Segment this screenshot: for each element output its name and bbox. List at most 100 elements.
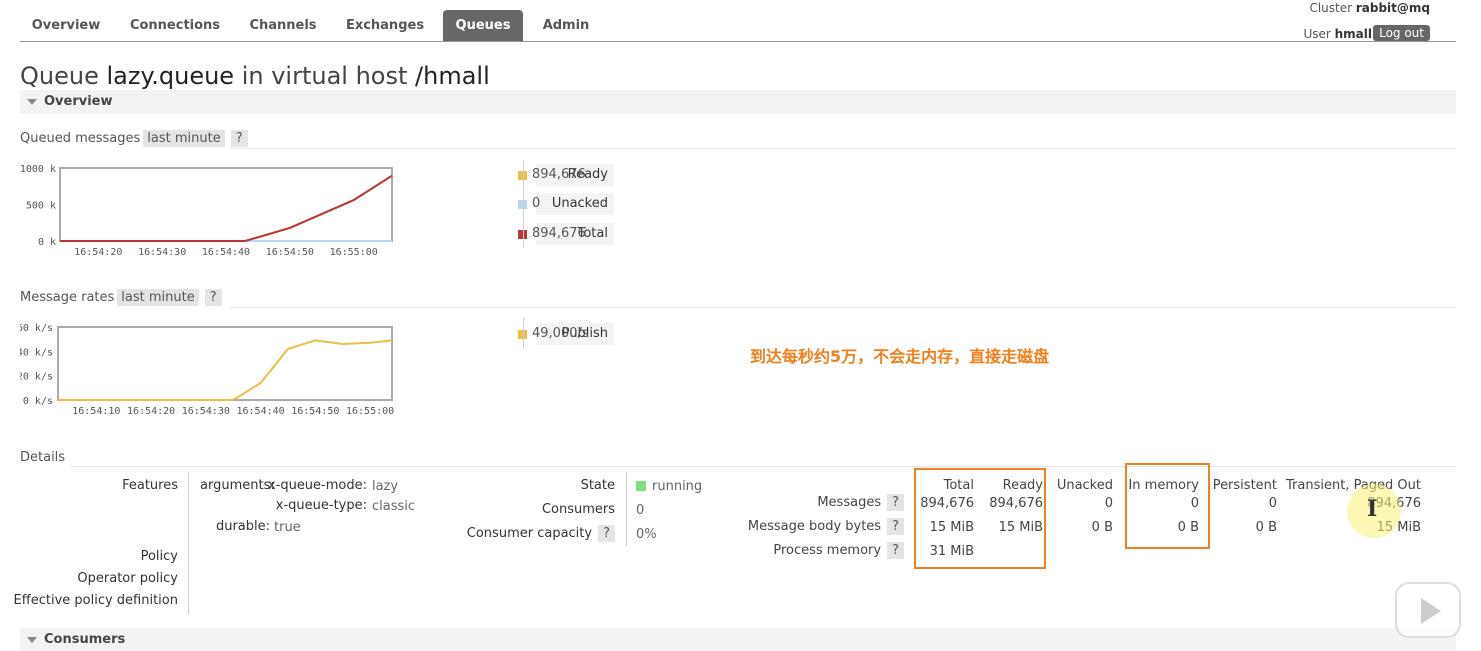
effective-policy-label-text: Effective policy definition: [13, 593, 178, 608]
messages-unacked: 0: [1104, 496, 1113, 511]
overview-section-toggle[interactable]: Overview: [20, 90, 1456, 114]
legend-total-value: 894,676: [532, 226, 586, 241]
cluster-value: rabbit@mq: [1355, 1, 1430, 15]
consumers-label-text: Consumers: [541, 502, 615, 517]
details-label: Details: [20, 450, 66, 465]
cluster-info: Cluster rabbit@mq: [1309, 1, 1430, 15]
tab-queues[interactable]: Queues: [443, 10, 523, 41]
state-value-text: running: [652, 479, 703, 494]
title-mid: in virtual host: [241, 62, 408, 90]
title-prefix: Queue: [20, 62, 99, 90]
details-separator: [188, 472, 189, 614]
arg-queue-mode-value-text: lazy: [372, 479, 399, 494]
y-tick-label: 500 k: [26, 201, 56, 212]
collapse-arrow-icon: [27, 637, 37, 643]
consumer-capacity-label: Consumer capacity?: [466, 525, 615, 542]
video-play-button[interactable]: [1395, 582, 1461, 638]
col-header-unacked: Unacked: [1056, 478, 1113, 493]
rates-help-button[interactable]: ?: [204, 289, 222, 306]
arg-queue-type-value-text: classic: [372, 499, 416, 514]
logout-button[interactable]: Log out: [1373, 25, 1430, 41]
arg-queue-mode-value: lazy: [372, 479, 398, 494]
user-value: hmall: [1334, 27, 1372, 41]
row-label-process-memory: Process memory?: [773, 542, 904, 559]
capacity-help-button[interactable]: ?: [598, 525, 615, 542]
durable-value-text: true: [274, 520, 301, 535]
user-info: User hmall: [1303, 27, 1372, 41]
y-tick-label: 20 k/s: [20, 372, 53, 383]
legend-separator: [523, 160, 524, 248]
message-rates-header: Message rates last minute?: [20, 289, 222, 306]
overview-section-label: Overview: [44, 94, 113, 109]
message-rates-label: Message rates: [20, 290, 115, 305]
tab-connections[interactable]: Connections: [124, 10, 226, 41]
divider: [230, 148, 1456, 149]
consumers-label: Consumers: [542, 502, 615, 517]
arg-queue-type-key: x-queue-type:: [276, 498, 367, 513]
durable-key-text: durable:: [215, 519, 270, 534]
row-label-process-memory-text: Process memory: [773, 543, 882, 558]
row-label-body-bytes: Message body bytes?: [747, 518, 904, 535]
features-label: Features: [122, 478, 178, 493]
x-tick-label: 16:54:40: [202, 247, 250, 258]
body-bytes-help-button[interactable]: ?: [887, 518, 904, 535]
durable-value: true: [274, 520, 301, 535]
x-tick-label: 16:54:30: [138, 247, 186, 258]
x-tick-label: 16:54:50: [291, 406, 339, 417]
durable-key: durable:: [216, 519, 270, 534]
process-memory-help-button[interactable]: ?: [887, 542, 904, 559]
chart-frame: [57, 326, 393, 401]
user-label: User: [1303, 27, 1331, 41]
arg-queue-type-value: classic: [372, 499, 415, 514]
page-title: Queue lazy.queue in virtual host /hmall: [20, 62, 490, 90]
x-tick-label: 16:54:50: [266, 247, 314, 258]
x-tick-label: 16:55:00: [346, 406, 394, 417]
legend-publish-value: 49,000/s: [532, 326, 589, 341]
operator-policy-label: Operator policy: [77, 571, 178, 586]
annotation-text: 到达每秒约5万，不会走内存，直接走磁盘: [750, 347, 1050, 366]
divider: [70, 466, 1456, 467]
consumer-capacity-value: 0%: [636, 527, 657, 542]
x-tick-label: 16:55:00: [330, 247, 378, 258]
tab-overview[interactable]: Overview: [20, 10, 112, 41]
y-tick-label: 40 k/s: [20, 347, 53, 358]
tab-channels[interactable]: Channels: [242, 10, 324, 41]
queued-messages-chart: 1000 k 500 k 0 k 16:54:20 16:54:30 16:54:40 16…: [20, 164, 393, 258]
divider: [230, 307, 1456, 308]
tab-admin[interactable]: Admin: [536, 10, 596, 41]
body-bytes-persistent: 0 B: [1255, 520, 1277, 535]
messages-persistent: 0: [1268, 496, 1277, 511]
rates-period-selector[interactable]: last minute: [117, 289, 199, 306]
state-label: State: [581, 478, 615, 493]
consumers-value: 0: [636, 503, 644, 518]
y-tick-label: 60 k/s: [20, 323, 53, 334]
consumer-capacity-value-text: 0%: [636, 527, 657, 542]
highlight-box-total-ready: [914, 468, 1046, 569]
messages-help-button[interactable]: ?: [887, 494, 904, 511]
consumer-capacity-label-text: Consumer capacity: [466, 526, 593, 541]
vhost-name: /hmall: [415, 62, 490, 90]
x-tick-label: 16:54:40: [237, 406, 285, 417]
state-label-text: State: [580, 478, 615, 493]
legend-unacked: Unacked 0: [434, 193, 614, 215]
queued-period-selector[interactable]: last minute: [143, 130, 225, 147]
row-label-body-bytes-text: Message body bytes: [747, 519, 882, 534]
state-value: running: [636, 479, 702, 494]
message-rates-chart: 60 k/s 40 k/s 20 k/s 0 k/s 16:54:10 16:54:20 1…: [20, 323, 394, 417]
queued-help-button[interactable]: ?: [230, 130, 248, 147]
queue-name: lazy.queue: [106, 62, 235, 90]
row-label-messages-text: Messages: [817, 495, 882, 510]
consumers-section-toggle[interactable]: Consumers: [20, 628, 1456, 651]
row-label-messages: Messages?: [817, 494, 904, 511]
col-header-persistent: Persistent: [1212, 478, 1277, 493]
running-status-icon: [636, 481, 646, 491]
highlight-box-in-memory: [1125, 463, 1210, 549]
cluster-label: Cluster: [1309, 1, 1353, 15]
legend-ready-value: 894,676: [532, 167, 586, 182]
arg-queue-mode-key: x-queue-mode:: [268, 478, 367, 493]
legend-unacked-label: Unacked: [536, 193, 614, 215]
tab-exchanges[interactable]: Exchanges: [340, 10, 430, 41]
details-separator: [626, 472, 627, 546]
arguments-label: arguments:: [200, 478, 275, 493]
x-tick-label: 16:54:20: [127, 406, 175, 417]
